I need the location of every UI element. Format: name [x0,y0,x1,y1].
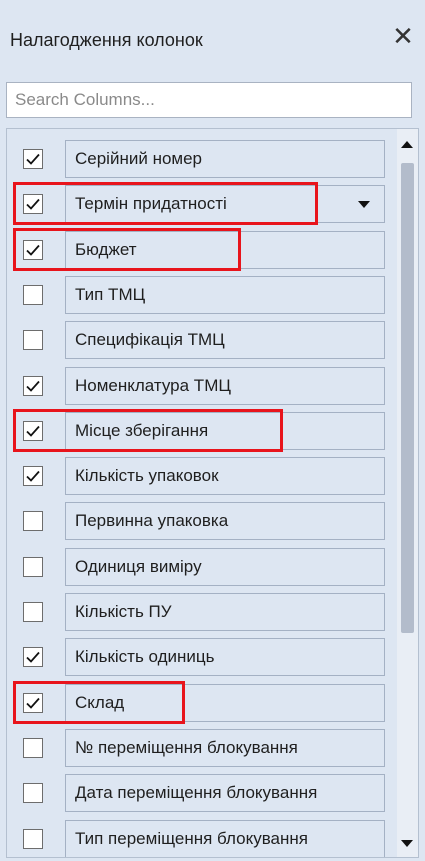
column-label[interactable]: Місце зберігання [65,412,385,450]
column-checkbox[interactable] [23,693,43,713]
column-checkbox[interactable] [23,285,43,305]
column-row[interactable]: Дата переміщення блокування [7,773,397,815]
column-row[interactable]: Первинна упаковка [7,501,397,543]
column-label[interactable]: Серійний номер [65,140,385,178]
close-icon[interactable]: ✕ [391,23,415,49]
scrollbar-thumb[interactable] [401,163,414,633]
column-checkbox[interactable] [23,829,43,849]
column-label[interactable]: Одиниця виміру [65,548,385,586]
column-checkbox[interactable] [23,602,43,622]
panel-header: Налагодження колонок ✕ [0,0,425,76]
column-checkbox[interactable] [23,149,43,169]
column-list: Серійний номер Термін придатності Бюджет Ти… [6,128,419,858]
column-row[interactable]: Місце зберігання [7,409,397,453]
column-checkbox[interactable] [23,511,43,531]
column-checkbox[interactable] [23,376,43,396]
column-label[interactable]: Кількість одиниць [65,638,385,676]
column-row[interactable]: Склад [7,681,397,725]
column-checkbox[interactable] [23,466,43,486]
column-label[interactable]: Кількість ПУ [65,593,385,631]
column-row[interactable]: Номенклатура ТМЦ [7,366,397,408]
column-label[interactable]: Специфікація ТМЦ [65,321,385,359]
column-checkbox[interactable] [23,421,43,441]
scroll-down-icon[interactable] [401,840,413,847]
column-row[interactable]: Специфікація ТМЦ [7,320,397,362]
column-row[interactable]: Кількість ПУ [7,592,397,634]
column-label[interactable]: Кількість упаковок [65,457,385,495]
column-label[interactable]: Номенклатура ТМЦ [65,367,385,405]
check-icon [26,153,40,165]
column-row[interactable]: Бюджет [7,228,397,272]
check-icon [26,651,40,663]
column-checkbox[interactable] [23,194,43,214]
column-label[interactable]: Тип ТМЦ [65,276,385,314]
column-label[interactable]: Первинна упаковка [65,502,385,540]
check-icon [26,244,40,256]
column-row[interactable]: Кількість упаковок [7,456,397,498]
check-icon [26,697,40,709]
search-columns-input[interactable] [6,82,412,118]
check-icon [26,470,40,482]
panel-title: Налагодження колонок [10,30,203,50]
column-label[interactable]: Склад [65,684,385,722]
column-label[interactable]: Тип переміщення блокування [65,820,385,857]
column-row[interactable]: Серійний номер [7,139,397,181]
scroll-up-icon[interactable] [401,141,413,148]
column-checkbox[interactable] [23,738,43,758]
check-icon [26,425,40,437]
column-checkbox[interactable] [23,240,43,260]
chevron-down-icon[interactable] [358,201,370,208]
column-row[interactable]: Тип ТМЦ [7,275,397,317]
vertical-scrollbar[interactable] [397,129,418,857]
column-row[interactable]: Тип переміщення блокування [7,819,397,857]
column-row[interactable]: Кількість одиниць [7,637,397,679]
column-row[interactable]: № переміщення блокування [7,728,397,770]
column-chooser-panel: Налагодження колонок ✕ Серійний номер Тер… [0,0,425,861]
column-row[interactable]: Одиниця виміру [7,547,397,589]
column-label[interactable]: № переміщення блокування [65,729,385,767]
column-checkbox[interactable] [23,783,43,803]
column-label[interactable]: Бюджет [65,231,385,269]
column-checkbox[interactable] [23,557,43,577]
check-icon [26,380,40,392]
column-checkbox[interactable] [23,330,43,350]
check-icon [26,198,40,210]
column-label[interactable]: Термін придатності [65,185,385,223]
column-label[interactable]: Дата переміщення блокування [65,774,385,812]
column-checkbox[interactable] [23,647,43,667]
column-row[interactable]: Термін придатності [7,182,397,226]
